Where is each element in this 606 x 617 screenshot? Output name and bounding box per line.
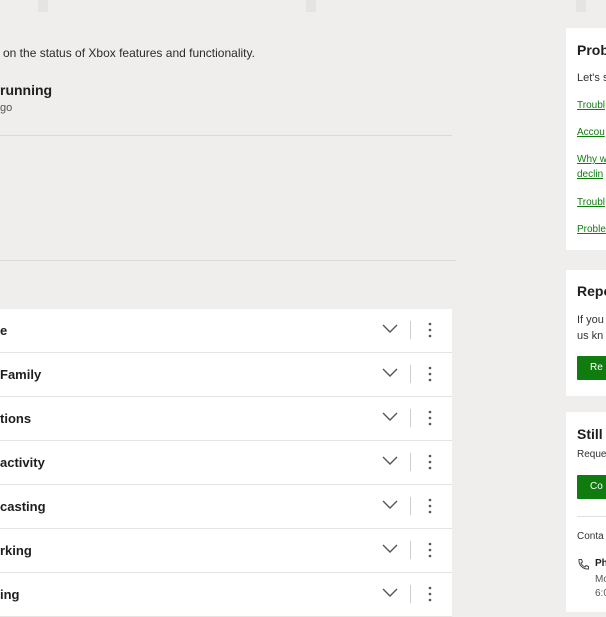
feature-label: rking bbox=[0, 543, 32, 558]
phone-hours: 6:0 bbox=[595, 588, 606, 599]
status-title: running bbox=[0, 82, 53, 98]
feature-label: casting bbox=[0, 499, 46, 514]
feature-label: e bbox=[0, 323, 8, 338]
phone-title: Ph bbox=[595, 558, 606, 569]
feature-label: tions bbox=[0, 411, 32, 426]
problem-link[interactable]: declin bbox=[577, 168, 603, 182]
chevron-down-icon[interactable] bbox=[380, 322, 400, 336]
still-card-text: Reque bbox=[577, 449, 606, 460]
more-options-icon[interactable] bbox=[420, 408, 440, 428]
problems-card: Prob Let's s Troubl Accou Why w declin T… bbox=[566, 28, 606, 250]
chevron-down-icon[interactable] bbox=[380, 542, 400, 556]
problem-link[interactable]: Troubl bbox=[577, 99, 605, 113]
report-card-title: Repo bbox=[577, 283, 606, 299]
row-divider bbox=[410, 585, 411, 603]
chevron-down-icon[interactable] bbox=[380, 454, 400, 468]
feature-row[interactable]: casting bbox=[0, 485, 452, 529]
feature-row[interactable]: ing bbox=[0, 573, 452, 617]
chevron-down-icon[interactable] bbox=[380, 586, 400, 600]
more-options-icon[interactable] bbox=[420, 452, 440, 472]
problems-card-title: Prob bbox=[577, 42, 606, 58]
chevron-down-icon[interactable] bbox=[380, 498, 400, 512]
problems-card-intro: Let's s bbox=[577, 72, 606, 84]
row-divider bbox=[410, 541, 411, 559]
more-options-icon[interactable] bbox=[420, 540, 440, 560]
feature-label: activity bbox=[0, 455, 45, 470]
section-divider bbox=[0, 260, 456, 261]
row-divider bbox=[410, 497, 411, 515]
chevron-down-icon[interactable] bbox=[380, 410, 400, 424]
feature-list: e Family tions activity casting rking in… bbox=[0, 309, 452, 617]
top-marker bbox=[38, 0, 48, 12]
problem-link[interactable]: Proble bbox=[577, 223, 606, 237]
top-marker bbox=[306, 0, 316, 12]
page-subtitle: on the status of Xbox features and funct… bbox=[3, 46, 255, 60]
problem-link[interactable]: Troubl bbox=[577, 196, 605, 210]
feature-row[interactable]: e bbox=[0, 309, 452, 353]
feature-label: Family bbox=[0, 367, 42, 382]
row-divider bbox=[410, 321, 411, 339]
report-card-text: If you bbox=[577, 314, 604, 326]
more-options-icon[interactable] bbox=[420, 496, 440, 516]
report-card: Repo If you us kn Re bbox=[566, 270, 606, 396]
problem-link[interactable]: Accou bbox=[577, 126, 605, 140]
row-divider bbox=[410, 453, 411, 471]
problem-link[interactable]: Why w bbox=[577, 153, 606, 167]
card-divider bbox=[577, 516, 606, 517]
still-card-title: Still n bbox=[577, 426, 606, 442]
more-options-icon[interactable] bbox=[420, 364, 440, 384]
report-card-text: us kn bbox=[577, 330, 604, 342]
feature-row[interactable]: activity bbox=[0, 441, 452, 485]
status-subtitle: go bbox=[0, 102, 13, 114]
feature-row[interactable]: rking bbox=[0, 529, 452, 573]
feature-label: ing bbox=[0, 587, 20, 602]
contact-button[interactable]: Co bbox=[577, 475, 606, 499]
section-divider bbox=[0, 135, 452, 136]
more-options-icon[interactable] bbox=[420, 584, 440, 604]
report-button[interactable]: Re bbox=[577, 356, 606, 380]
more-options-icon[interactable] bbox=[420, 320, 440, 340]
top-marker bbox=[576, 0, 586, 12]
contact-label: Conta bbox=[577, 531, 604, 542]
row-divider bbox=[410, 365, 411, 383]
feature-row[interactable]: tions bbox=[0, 397, 452, 441]
still-need-help-card: Still n Reque Co Conta Ph Mo 6:0 bbox=[566, 412, 606, 612]
row-divider bbox=[410, 409, 411, 427]
feature-row[interactable]: Family bbox=[0, 353, 452, 397]
phone-icon bbox=[577, 558, 590, 576]
chevron-down-icon[interactable] bbox=[380, 366, 400, 380]
